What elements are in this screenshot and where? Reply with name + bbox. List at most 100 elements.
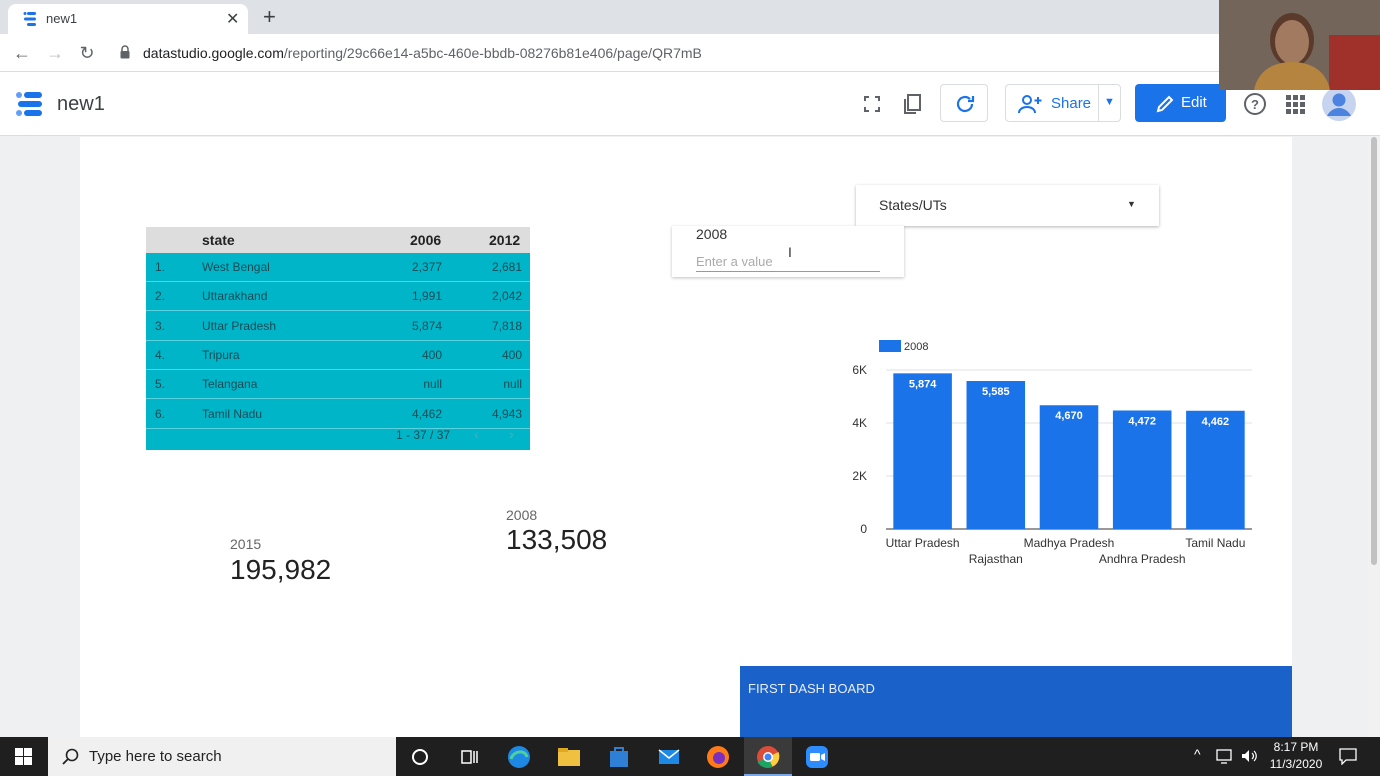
network-icon[interactable]	[1215, 748, 1233, 764]
bar-data-label: 4,462	[1202, 416, 1230, 428]
scorecard-2008-label: 2008	[506, 507, 538, 523]
chrome-icon	[757, 746, 780, 768]
value-2006-cell: 400	[421, 347, 442, 362]
edit-button[interactable]: Edit	[1135, 84, 1226, 122]
value-2012-cell: 400	[501, 347, 522, 362]
table-row[interactable]: 3. Uttar Pradesh 5,874 7,818	[146, 312, 530, 341]
fullscreen-icon[interactable]	[860, 92, 884, 116]
states-table: state 2006 2012 1. West Bengal 2,377 2,681 2…	[146, 227, 530, 450]
microsoft-store-icon[interactable]	[605, 743, 633, 771]
url-path: /reporting/29c66e14-a5bc-460e-bbdb-08276…	[283, 45, 702, 61]
previous-page-icon[interactable]: ‹	[474, 426, 479, 442]
system-clock[interactable]: 8:17 PM 11/3/2020	[1262, 739, 1330, 773]
bar	[893, 373, 952, 529]
x-category-label: Madhya Pradesh	[1024, 536, 1115, 550]
zoom-icon[interactable]	[803, 743, 831, 771]
firefox-icon[interactable]	[704, 743, 732, 771]
legend-label: 2008	[904, 341, 928, 353]
edge-icon[interactable]	[505, 743, 533, 771]
back-icon[interactable]: ←	[10, 42, 34, 64]
scorecard-2008-value: 133,508	[506, 524, 608, 555]
address-bar: ← → ↻ datastudio.google.com/reporting/29…	[0, 34, 1380, 72]
volume-icon[interactable]	[1240, 748, 1258, 764]
presenter-video	[1219, 0, 1380, 90]
refresh-icon	[956, 95, 975, 113]
value-2012-cell: 7,818	[491, 318, 522, 333]
y-tick-label: 0	[860, 522, 867, 536]
close-tab-icon[interactable]: ✕	[226, 9, 239, 29]
help-icon[interactable]: ?	[1243, 92, 1267, 116]
show-hidden-icons-icon[interactable]: ^	[1194, 746, 1201, 762]
x-category-label: Rajasthan	[969, 552, 1023, 566]
windows-start-icon[interactable]	[0, 737, 48, 776]
task-view-icon[interactable]	[455, 743, 483, 771]
refresh-button[interactable]	[940, 84, 988, 122]
forward-icon[interactable]: →	[43, 42, 67, 64]
chrome-taskbar-active[interactable]	[744, 737, 792, 776]
data-studio-logo-icon[interactable]	[14, 90, 44, 118]
table-pagination: 1 - 37 / 37	[396, 428, 451, 442]
url-field[interactable]: datastudio.google.com/reporting/29c66e14…	[143, 45, 702, 61]
bar-data-label: 4,670	[1055, 410, 1083, 422]
value-2006-cell: 5,874	[411, 318, 442, 333]
value-2006-cell: null	[423, 377, 442, 392]
bar	[1039, 405, 1099, 529]
table-row[interactable]: 1. West Bengal 2,377 2,681	[146, 253, 530, 282]
column-header-2012[interactable]: 2012	[489, 232, 520, 248]
state-cell: West Bengal	[202, 260, 270, 274]
share-button[interactable]: Share ▼	[1005, 84, 1121, 122]
scrollbar-thumb[interactable]	[1371, 137, 1377, 565]
new-tab-icon[interactable]: +	[263, 4, 276, 30]
file-explorer-icon[interactable]	[555, 743, 583, 771]
lock-icon	[120, 45, 130, 59]
column-header-2006[interactable]: 2006	[410, 232, 441, 248]
bar-data-label: 5,874	[909, 378, 937, 390]
vertical-scrollbar[interactable]	[1368, 137, 1380, 737]
taskbar-search-box[interactable]: Type here to search	[48, 737, 396, 776]
browser-tab[interactable]: new1 ✕	[8, 4, 248, 34]
webcam-overlay	[1219, 0, 1380, 90]
value-2012-cell: 2,042	[491, 289, 522, 304]
row-number-cell: 2.	[155, 289, 166, 304]
dropdown-arrow-icon: ▼	[1127, 199, 1136, 209]
scorecard-2015-value: 195,982	[230, 554, 332, 585]
share-dropdown-icon[interactable]: ▼	[1104, 96, 1115, 108]
apps-grid-icon[interactable]	[1283, 92, 1307, 116]
report-title[interactable]: new1	[57, 93, 105, 116]
reload-icon[interactable]: ↻	[75, 42, 99, 64]
state-cell: Tamil Nadu	[202, 406, 263, 421]
state-cell: Telangana	[202, 377, 258, 392]
tab-title: new1	[46, 11, 78, 26]
x-category-label: Uttar Pradesh	[886, 536, 960, 550]
column-header-state[interactable]: state	[202, 232, 235, 248]
value-2006-cell: 1,991	[411, 289, 442, 304]
state-cell: Uttarakhand	[202, 289, 268, 304]
copy-report-icon[interactable]	[900, 92, 924, 116]
bar-data-label: 4,472	[1128, 415, 1156, 427]
y-tick-label: 6K	[852, 363, 867, 377]
browser-tab-bar: new1 ✕ +	[0, 0, 1380, 34]
table-row[interactable]: 5. Telangana null null	[146, 370, 530, 400]
table-row[interactable]: 4. Tripura 400 400	[146, 341, 530, 370]
bar	[966, 380, 1026, 529]
table-row[interactable]: 2. Uttarakhand 1,991 2,042	[146, 282, 530, 312]
mail-icon[interactable]	[655, 743, 683, 771]
value-2012-cell: null	[503, 377, 522, 392]
legend-swatch	[879, 340, 901, 352]
avatar[interactable]	[1322, 87, 1356, 121]
state-cell: Tripura	[202, 347, 240, 362]
edit-label: Edit	[1181, 94, 1207, 111]
search-placeholder: Type here to search	[89, 748, 222, 765]
row-number-cell: 6.	[155, 406, 166, 421]
y-tick-label: 4K	[852, 416, 867, 430]
value-2006-cell: 2,377	[411, 260, 442, 274]
table-row[interactable]: 6. Tamil Nadu 4,462 4,943	[146, 400, 530, 429]
x-category-label: Tamil Nadu	[1185, 536, 1245, 550]
cortana-icon[interactable]	[406, 743, 434, 771]
states-filter-dropdown[interactable]: States/UTs ▼	[856, 185, 1159, 226]
state-cell: Uttar Pradesh	[202, 318, 277, 333]
bar	[1112, 410, 1172, 529]
next-page-icon[interactable]: ›	[509, 426, 514, 442]
notifications-icon[interactable]	[1338, 747, 1358, 765]
url-host: datastudio.google.com	[143, 45, 284, 61]
